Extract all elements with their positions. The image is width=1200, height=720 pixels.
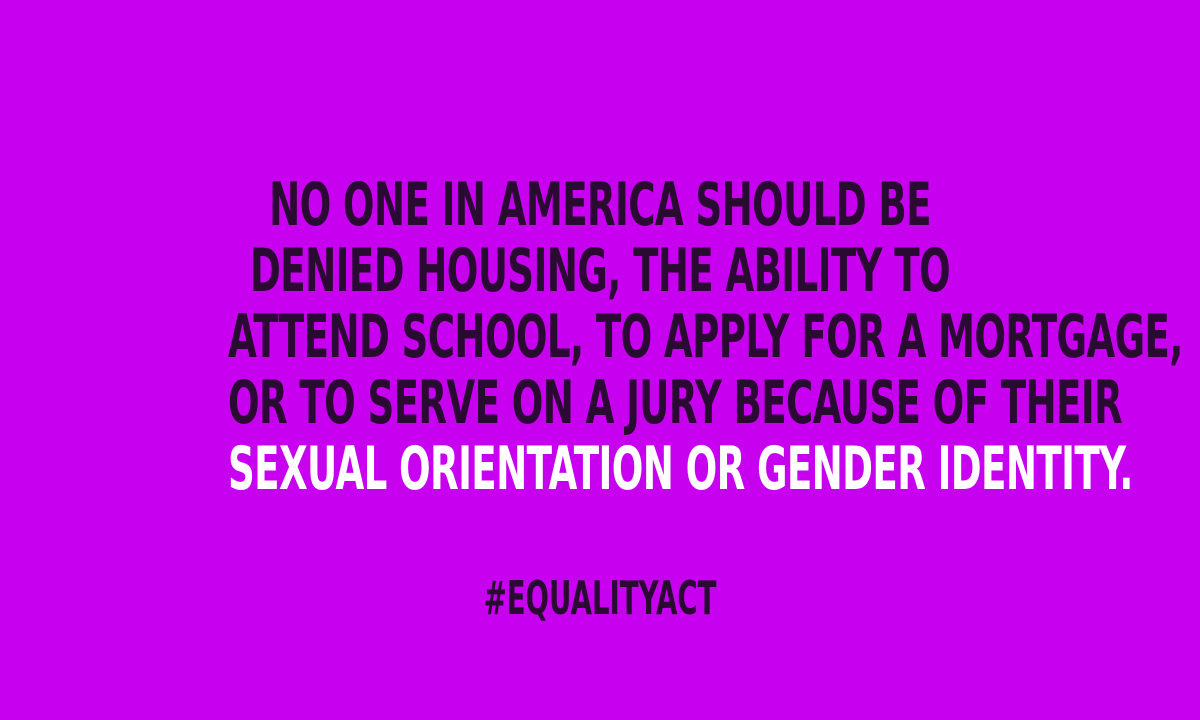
quote-line-1: NO ONE IN AMERICA SHOULD BE bbox=[269, 170, 931, 240]
hashtag: #EQUALITYACT bbox=[483, 571, 717, 625]
quote-line-4: OR TO SERVE ON A JURY BECAUSE OF THEIR bbox=[228, 368, 1123, 438]
quote-line-2: DENIED HOUSING, THE ABILITY TO bbox=[250, 236, 951, 306]
quote-line-3: ATTEND SCHOOL, TO APPLY FOR A MORTGAGE, bbox=[228, 302, 1183, 372]
quote-block: NO ONE IN AMERICA SHOULD BE DENIED HOUSI… bbox=[0, 172, 1200, 502]
quote-highlight-line: SEXUAL ORIENTATION OR GENDER IDENTITY. bbox=[228, 434, 1133, 504]
